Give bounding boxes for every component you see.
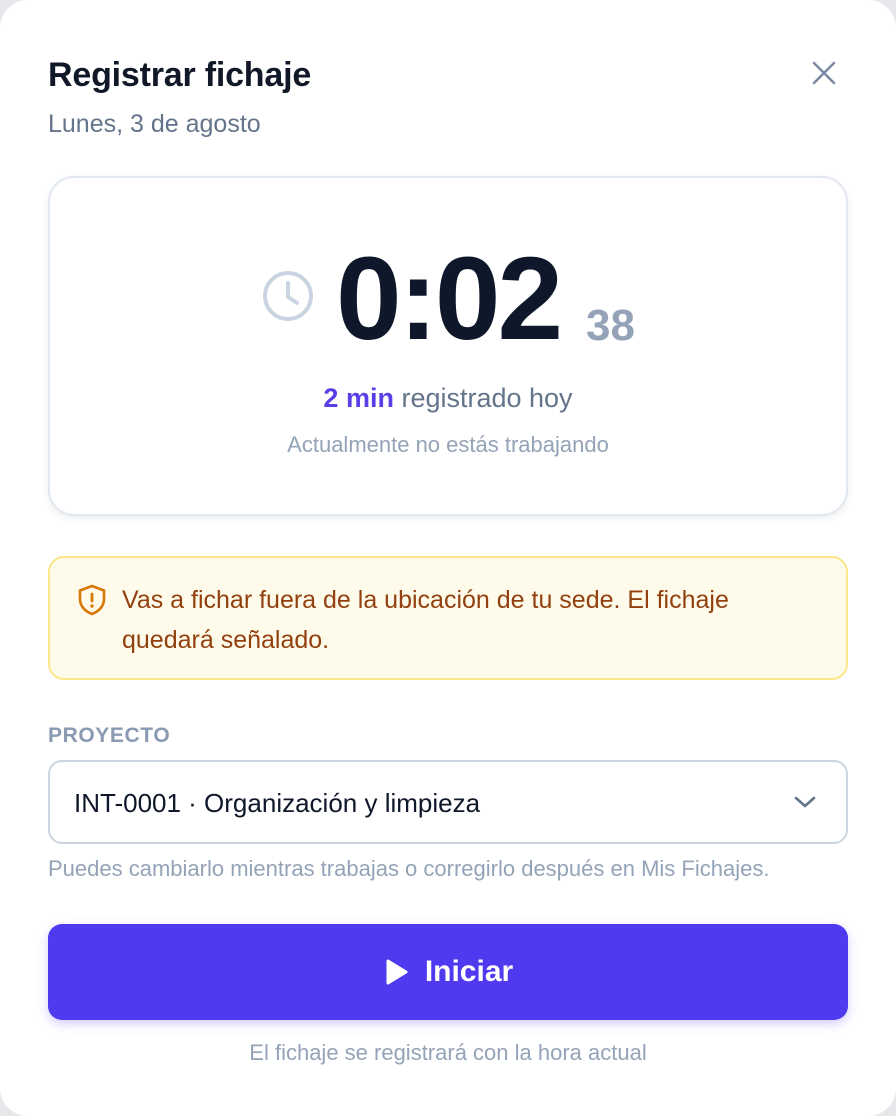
dialog-title: Registrar fichaje	[48, 56, 312, 94]
clock-in-dialog: Registrar fichaje Lunes, 3 de agosto 0:0…	[0, 0, 896, 1116]
project-selected-value: INT-0001 · Organización y limpieza	[74, 788, 481, 818]
timer-card: 0:02 38 2 min registrado hoy Actualmente…	[48, 176, 848, 516]
start-button[interactable]: Iniciar	[48, 924, 848, 1020]
registered-suffix: registrado hoy	[393, 383, 573, 413]
close-button[interactable]	[806, 55, 842, 91]
registered-amount: 2 min	[323, 383, 394, 413]
warning-text: Vas a fichar fuera de la ubicación de tu…	[122, 586, 729, 654]
registered-today: 2 min registrado hoy	[50, 383, 846, 414]
clock-icon	[263, 271, 313, 321]
work-status: Actualmente no estás trabajando	[287, 432, 609, 457]
project-helper-text: Puedes cambiarlo mientras trabajas o cor…	[48, 856, 770, 881]
project-label: PROYECTO	[48, 724, 171, 747]
location-warning: Vas a fichar fuera de la ubicación de tu…	[48, 556, 848, 680]
timer-hours-minutes: 0:02	[336, 233, 563, 365]
project-select[interactable]: INT-0001 · Organización y limpieza	[48, 760, 848, 844]
dialog-date: Lunes, 3 de agosto	[48, 110, 261, 138]
footnote: El fichaje se registrará con la hora act…	[249, 1040, 647, 1065]
start-button-label: Iniciar	[424, 955, 514, 988]
close-icon	[812, 61, 836, 85]
chevron-down-icon	[794, 796, 816, 808]
timer-seconds: 38	[586, 301, 635, 350]
shield-alert-icon	[78, 584, 106, 616]
play-icon	[386, 959, 408, 985]
